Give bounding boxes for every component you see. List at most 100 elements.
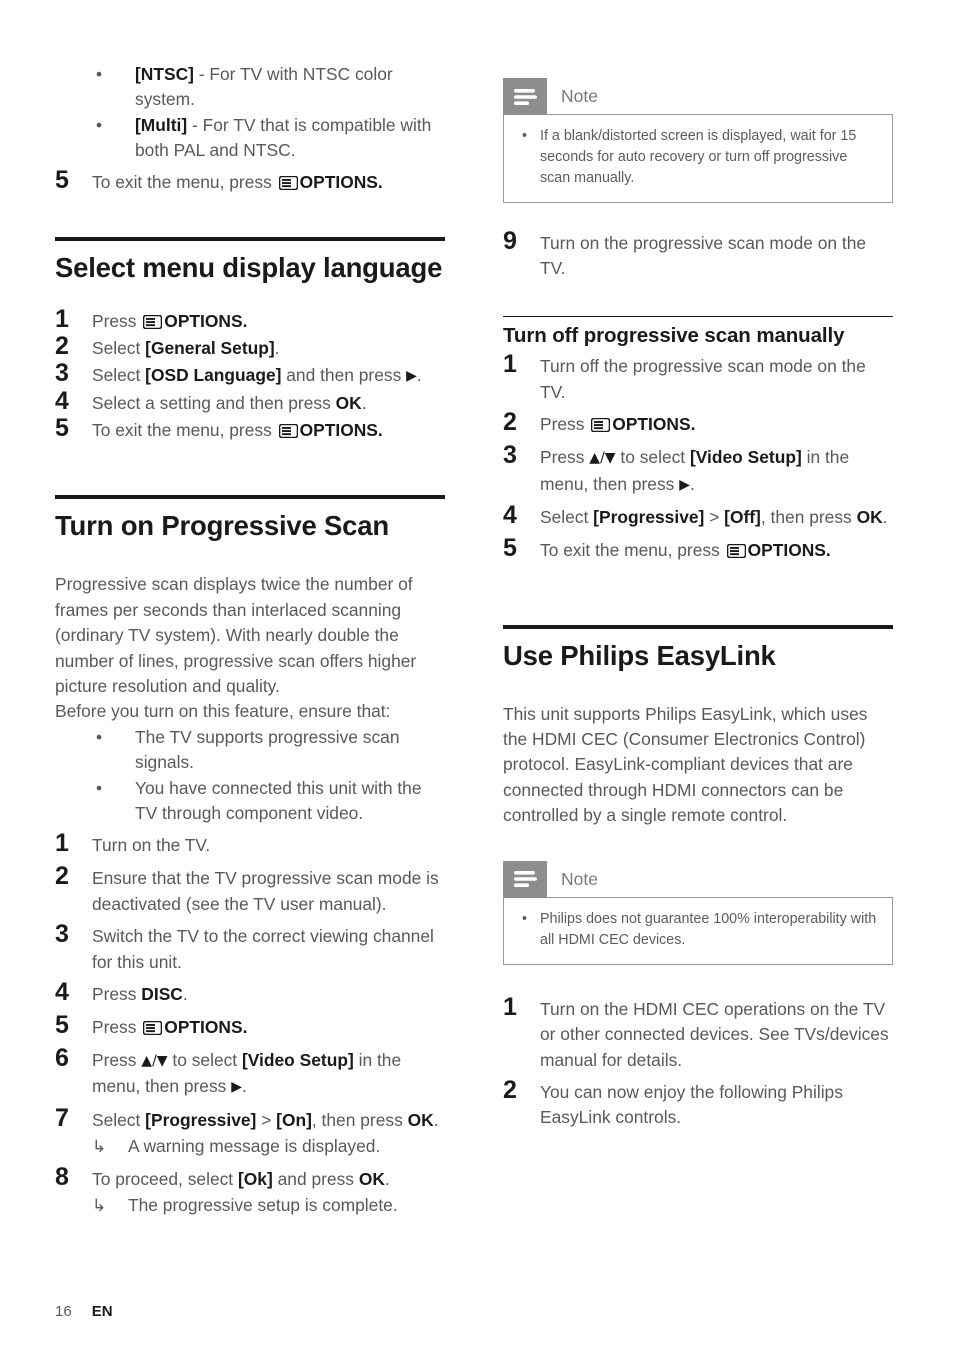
step-bold-text: OPTIONS. bbox=[747, 540, 831, 561]
step-number: 5 bbox=[55, 413, 69, 442]
step-bold-text: OK bbox=[407, 1109, 434, 1130]
step-number: 2 bbox=[503, 1075, 517, 1104]
bullet-icon: • bbox=[522, 910, 528, 927]
note-box-progressive: Note • If a blank/distorted screen is dis… bbox=[503, 78, 893, 203]
step-text: Switch the TV to the correct viewing cha… bbox=[92, 926, 434, 972]
step-item: 9 Turn on the progressive scan mode on th… bbox=[503, 227, 893, 282]
step-nine-list: 9 Turn on the progressive scan mode on th… bbox=[503, 227, 893, 282]
step-number: 3 bbox=[503, 441, 517, 470]
step-text: , then press bbox=[311, 1109, 408, 1130]
step-number: 3 bbox=[55, 359, 69, 388]
note-text: If a blank/distorted screen is displayed… bbox=[540, 128, 857, 186]
step-bold-text: OPTIONS. bbox=[164, 311, 248, 332]
step-number: 3 bbox=[55, 920, 69, 949]
step-text: Press bbox=[540, 414, 590, 435]
bullet-icon: • bbox=[96, 726, 103, 747]
step-bold-text: DISC bbox=[141, 983, 183, 1004]
step-number: 1 bbox=[55, 305, 69, 334]
right-arrow-icon: ▶ bbox=[231, 1079, 242, 1096]
step-item: 2 Select [General Setup]. bbox=[55, 332, 445, 362]
top-step-list: 5 To exit the menu, press OPTIONS. bbox=[55, 166, 445, 196]
step-bold-text: [Ok] bbox=[237, 1168, 273, 1189]
options-menu-icon bbox=[278, 175, 298, 190]
bullet-term: [Multi] bbox=[135, 114, 188, 135]
step-text: > bbox=[256, 1109, 277, 1130]
step-text: Ensure that the TV progressive scan mode… bbox=[92, 868, 439, 914]
step-item: 6 Press ▲/▼ to select [Video Setup] in th… bbox=[55, 1044, 445, 1101]
step-text: , then press bbox=[760, 507, 857, 528]
step-text: . bbox=[689, 473, 695, 494]
bullet-icon: • bbox=[522, 128, 528, 144]
step-item: 1 Turn off the progressive scan mode on t… bbox=[503, 350, 893, 405]
step-text: To proceed, select bbox=[92, 1168, 238, 1189]
step-item: 5 To exit the menu, press OPTIONS. bbox=[503, 534, 893, 564]
step-text: . bbox=[416, 365, 422, 386]
step-number: 2 bbox=[55, 862, 69, 891]
step-item: 7 Select [Progressive] > [On], then press… bbox=[55, 1104, 445, 1160]
step-text: To exit the menu, press bbox=[540, 540, 725, 561]
step-number: 1 bbox=[55, 829, 69, 858]
progressive-step-list: 1 Turn on the TV. 2 Ensure that the TV pro… bbox=[55, 829, 445, 1219]
bullet-icon: • bbox=[96, 64, 103, 84]
note-body: • If a blank/distorted screen is displaye… bbox=[503, 114, 893, 203]
step-item: 4 Select [Progressive] > [Off], then pres… bbox=[503, 501, 893, 531]
prerequisite-bullet-list: • The TV supports progressive scan signal… bbox=[55, 725, 445, 827]
step-result: ↳ The progressive setup is complete. bbox=[92, 1193, 445, 1218]
note-header: Note bbox=[503, 78, 893, 115]
bullet-text: The TV supports progressive scan signals… bbox=[135, 726, 400, 773]
right-arrow-icon: ▶ bbox=[406, 368, 417, 385]
ntsc-multi-bullet-list: • [NTSC] - For TV with NTSC color system.… bbox=[55, 62, 445, 164]
step-item: 1 Turn on the HDMI CEC operations on the … bbox=[503, 993, 893, 1073]
step-item: 8 To proceed, select [Ok] and press OK. ↳… bbox=[55, 1163, 445, 1219]
step-text: . bbox=[384, 1168, 390, 1189]
language-step-list: 1 Press OPTIONS. 2 Select [General Setup].… bbox=[55, 305, 445, 443]
subsection-rule bbox=[503, 315, 893, 317]
intro-paragraph: Progressive scan displays twice the numb… bbox=[55, 574, 417, 696]
step-text: Press bbox=[92, 311, 142, 332]
bullet-term: [NTSC] bbox=[135, 64, 194, 84]
step-text: Turn on the progressive scan mode on the… bbox=[540, 233, 867, 279]
step-text: Select bbox=[92, 365, 146, 386]
step-bold-text: [Off] bbox=[724, 507, 761, 528]
step-bold-text: OPTIONS. bbox=[612, 414, 696, 435]
options-menu-icon bbox=[591, 418, 611, 433]
step-item: 3 Select [OSD Language] and then press ▶. bbox=[55, 359, 445, 389]
page-footer: 16 EN bbox=[55, 1303, 113, 1320]
right-arrow-icon: ▶ bbox=[679, 476, 690, 493]
step-text: Turn off the progressive scan mode on th… bbox=[540, 356, 866, 402]
page-title-progressive: Turn on Progressive Scan bbox=[55, 509, 389, 541]
step-text: to select bbox=[615, 447, 690, 468]
step-text: Turn on the HDMI CEC operations on the T… bbox=[540, 998, 889, 1070]
step-text: . bbox=[433, 1109, 439, 1130]
options-menu-icon bbox=[143, 315, 163, 330]
step-number: 1 bbox=[503, 350, 517, 379]
step-text: > bbox=[704, 507, 725, 528]
result-text: The progressive setup is complete. bbox=[128, 1195, 398, 1215]
result-arrow-icon: ↳ bbox=[92, 1137, 107, 1157]
easylink-step-list: 1 Turn on the HDMI CEC operations on the … bbox=[503, 993, 893, 1131]
step-item: 2 Ensure that the TV progressive scan mod… bbox=[55, 862, 445, 917]
bullet-icon: • bbox=[96, 777, 103, 798]
result-text: A warning message is displayed. bbox=[128, 1136, 381, 1157]
note-label: Note bbox=[561, 868, 598, 889]
step-bold-text: [Progressive] bbox=[593, 507, 705, 528]
list-item: • Philips does not guarantee 100% interop… bbox=[518, 909, 878, 951]
step-number: 4 bbox=[503, 501, 517, 530]
step-text: . bbox=[274, 338, 280, 359]
step-text: and then press bbox=[281, 365, 407, 386]
note-label: Note bbox=[561, 86, 598, 106]
turn-off-step-list: 1 Turn off the progressive scan mode on t… bbox=[503, 350, 893, 564]
right-column: Note • If a blank/distorted screen is dis… bbox=[503, 78, 893, 1138]
step-item: 3 Switch the TV to the correct viewing ch… bbox=[55, 920, 445, 975]
page-language-code: EN bbox=[91, 1303, 113, 1320]
step-text: Turn on the TV. bbox=[92, 835, 211, 856]
step-bold-text: [Progressive] bbox=[145, 1109, 257, 1130]
result-arrow-icon: ↳ bbox=[92, 1196, 107, 1215]
step-text: . bbox=[182, 983, 188, 1004]
step-bold-text: OPTIONS. bbox=[299, 419, 383, 440]
note-text: Philips does not guarantee 100% interope… bbox=[540, 910, 877, 948]
left-column: • [NTSC] - For TV with NTSC color system.… bbox=[55, 62, 445, 1225]
